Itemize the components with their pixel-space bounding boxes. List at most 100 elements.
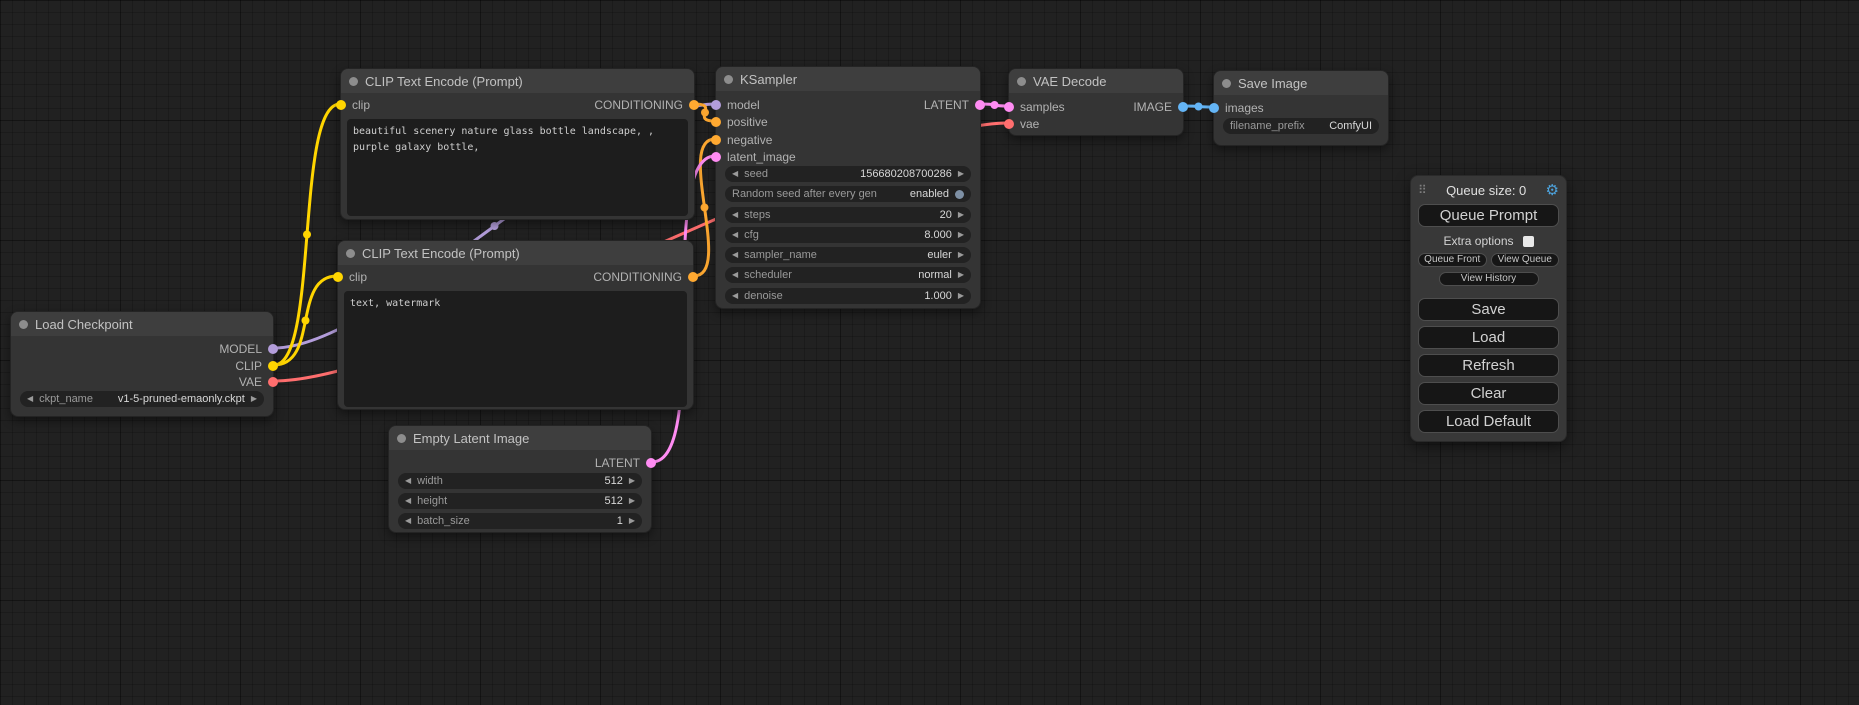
node-title-bar[interactable]: CLIP Text Encode (Prompt) [341, 69, 694, 93]
widget-label: height [417, 495, 447, 507]
drag-handle-icon[interactable]: ⠿ [1418, 183, 1427, 197]
filename-prefix-widget[interactable]: filename_prefix ComfyUI [1223, 118, 1379, 134]
load-default-button[interactable]: Load Default [1418, 410, 1559, 433]
node-save-image[interactable]: Save Image images filename_prefix ComfyU… [1213, 70, 1389, 146]
decrement-arrow-icon[interactable]: ◀ [27, 395, 33, 403]
collapse-dot-icon[interactable] [349, 77, 358, 86]
collapse-dot-icon[interactable] [1017, 77, 1026, 86]
node-title-bar[interactable]: Load Checkpoint [11, 312, 273, 336]
increment-arrow-icon[interactable]: ▶ [958, 211, 964, 219]
node-vae-decode[interactable]: VAE Decode samples vae IMAGE [1008, 68, 1184, 136]
node-title-bar[interactable]: Empty Latent Image [389, 426, 651, 450]
node-title: Load Checkpoint [35, 317, 133, 332]
increment-arrow-icon[interactable]: ▶ [958, 271, 964, 279]
cfg-widget[interactable]: ◀ cfg 8.000 ▶ [725, 227, 971, 243]
increment-arrow-icon[interactable]: ▶ [958, 251, 964, 259]
clip-output-dot[interactable] [268, 361, 278, 371]
decrement-arrow-icon[interactable]: ◀ [732, 271, 738, 279]
latent-output-dot[interactable] [975, 100, 985, 110]
slot-label: CLIP [235, 359, 262, 373]
increment-arrow-icon[interactable]: ▶ [629, 517, 635, 525]
steps-widget[interactable]: ◀ steps 20 ▶ [725, 207, 971, 223]
vae-output-dot[interactable] [268, 377, 278, 387]
collapse-dot-icon[interactable] [397, 434, 406, 443]
node-ksampler[interactable]: KSampler model positive negative latent_… [715, 66, 981, 309]
input-slot-latent-image: latent_image [727, 150, 796, 164]
extra-options-checkbox[interactable] [1523, 236, 1534, 247]
latent-output-dot[interactable] [646, 458, 656, 468]
increment-arrow-icon[interactable]: ▶ [629, 477, 635, 485]
decrement-arrow-icon[interactable]: ◀ [732, 292, 738, 300]
decrement-arrow-icon[interactable]: ◀ [405, 497, 411, 505]
negative-prompt-textarea[interactable]: text, watermark [344, 291, 687, 407]
denoise-widget[interactable]: ◀ denoise 1.000 ▶ [725, 288, 971, 304]
increment-arrow-icon[interactable]: ▶ [251, 395, 257, 403]
vae-input-dot[interactable] [1004, 119, 1014, 129]
refresh-button[interactable]: Refresh [1418, 354, 1559, 377]
conditioning-output-dot[interactable] [688, 272, 698, 282]
view-queue-button[interactable]: View Queue [1491, 253, 1560, 267]
save-button[interactable]: Save [1418, 298, 1559, 321]
collapse-dot-icon[interactable] [1222, 79, 1231, 88]
positive-input-dot[interactable] [711, 117, 721, 127]
node-title: VAE Decode [1033, 74, 1106, 89]
ckpt-name-widget[interactable]: ◀ ckpt_name v1-5-pruned-emaonly.ckpt ▶ [20, 391, 264, 407]
model-output-dot[interactable] [268, 344, 278, 354]
increment-arrow-icon[interactable]: ▶ [629, 497, 635, 505]
increment-arrow-icon[interactable]: ▶ [958, 292, 964, 300]
decrement-arrow-icon[interactable]: ◀ [732, 231, 738, 239]
queue-front-button[interactable]: Queue Front [1418, 253, 1487, 267]
seed-widget[interactable]: ◀ seed 156680208700286 ▶ [725, 166, 971, 182]
latent-image-input-dot[interactable] [711, 152, 721, 162]
clear-button[interactable]: Clear [1418, 382, 1559, 405]
widget-value: 20 [940, 209, 952, 221]
node-empty-latent-image[interactable]: Empty Latent Image LATENT ◀ width 512 ▶ … [388, 425, 652, 533]
toggle-knob-icon[interactable] [955, 190, 964, 199]
queue-size-label: Queue size: 0 [1427, 183, 1546, 198]
width-widget[interactable]: ◀ width 512 ▶ [398, 473, 642, 489]
widget-value: ComfyUI [1329, 120, 1372, 132]
widget-label: denoise [744, 290, 783, 302]
collapse-dot-icon[interactable] [19, 320, 28, 329]
sampler-name-widget[interactable]: ◀ sampler_name euler ▶ [725, 247, 971, 263]
settings-gear-icon[interactable]: ⚙ [1546, 183, 1559, 198]
node-clip-text-encode-positive[interactable]: CLIP Text Encode (Prompt) clip CONDITION… [340, 68, 695, 220]
images-input-dot[interactable] [1209, 103, 1219, 113]
node-title-bar[interactable]: VAE Decode [1009, 69, 1183, 93]
load-button[interactable]: Load [1418, 326, 1559, 349]
queue-panel: ⠿ Queue size: 0 ⚙ Queue Prompt Extra opt… [1410, 175, 1567, 442]
random-seed-toggle-widget[interactable]: Random seed after every gen enabled [725, 186, 971, 202]
image-output-dot[interactable] [1178, 102, 1188, 112]
scheduler-widget[interactable]: ◀ scheduler normal ▶ [725, 267, 971, 283]
decrement-arrow-icon[interactable]: ◀ [732, 211, 738, 219]
node-clip-text-encode-negative[interactable]: CLIP Text Encode (Prompt) clip CONDITION… [337, 240, 694, 410]
input-slot-clip: clip [349, 270, 367, 284]
view-history-button[interactable]: View History [1439, 272, 1539, 286]
widget-label: ckpt_name [39, 393, 93, 405]
positive-prompt-textarea[interactable]: beautiful scenery nature glass bottle la… [347, 119, 688, 216]
negative-input-dot[interactable] [711, 135, 721, 145]
increment-arrow-icon[interactable]: ▶ [958, 231, 964, 239]
clip-input-dot[interactable] [336, 100, 346, 110]
decrement-arrow-icon[interactable]: ◀ [732, 170, 738, 178]
height-widget[interactable]: ◀ height 512 ▶ [398, 493, 642, 509]
node-load-checkpoint[interactable]: Load Checkpoint MODEL CLIP VAE ◀ ckpt_na… [10, 311, 274, 417]
samples-input-dot[interactable] [1004, 102, 1014, 112]
collapse-dot-icon[interactable] [346, 249, 355, 258]
node-title-bar[interactable]: CLIP Text Encode (Prompt) [338, 241, 693, 265]
clip-input-dot[interactable] [333, 272, 343, 282]
increment-arrow-icon[interactable]: ▶ [958, 170, 964, 178]
node-title-bar[interactable]: Save Image [1214, 71, 1388, 95]
node-title: CLIP Text Encode (Prompt) [365, 74, 523, 89]
decrement-arrow-icon[interactable]: ◀ [405, 477, 411, 485]
conditioning-output-dot[interactable] [689, 100, 699, 110]
collapse-dot-icon[interactable] [724, 75, 733, 84]
node-canvas[interactable]: Load Checkpoint MODEL CLIP VAE ◀ ckpt_na… [0, 0, 1859, 705]
widget-label: cfg [744, 229, 759, 241]
model-input-dot[interactable] [711, 100, 721, 110]
decrement-arrow-icon[interactable]: ◀ [732, 251, 738, 259]
batch-size-widget[interactable]: ◀ batch_size 1 ▶ [398, 513, 642, 529]
node-title-bar[interactable]: KSampler [716, 67, 980, 91]
decrement-arrow-icon[interactable]: ◀ [405, 517, 411, 525]
queue-prompt-button[interactable]: Queue Prompt [1418, 204, 1559, 227]
